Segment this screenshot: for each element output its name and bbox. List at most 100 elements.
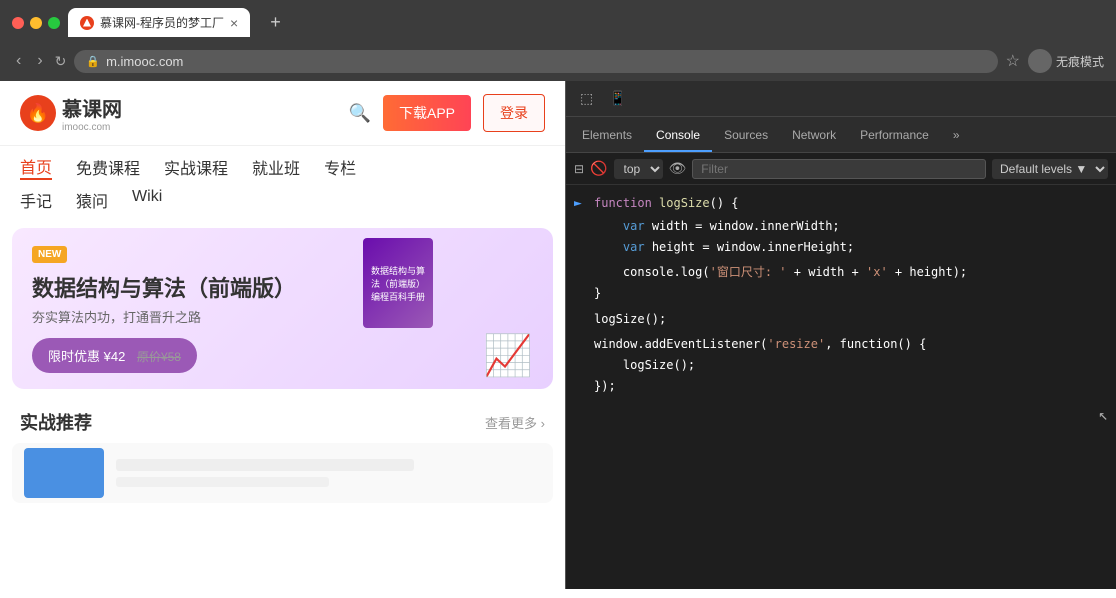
chart-icon: 📈	[483, 332, 533, 379]
title-bar: 慕课网-程序员的梦工厂 × +	[0, 0, 1116, 45]
devtools-panel: ⬚ 📱 Elements Console Sources Network Per…	[565, 81, 1116, 589]
console-line-2: var width = window.innerWidth;	[566, 216, 1116, 237]
imooc-website: 🔥 慕课网 imooc.com 🔍 下载APP 登录 首页 免费课程 实战课程 …	[0, 81, 565, 589]
download-app-button[interactable]: 下载APP	[383, 95, 471, 131]
console-line-8: logSize();	[566, 355, 1116, 376]
devtools-tabs: Elements Console Sources Network Perform…	[566, 117, 1116, 153]
tab-elements[interactable]: Elements	[570, 120, 644, 152]
tab-console[interactable]: Console	[644, 120, 712, 152]
mouse-cursor-icon: ↖	[1098, 405, 1108, 424]
course-meta-placeholder	[116, 477, 329, 487]
devtools-secondary-bar: ⊟ 🚫 top 👁 Default levels ▼	[566, 153, 1116, 185]
browser-tab[interactable]: 慕课网-程序员的梦工厂 ×	[68, 8, 250, 37]
console-line-6: logSize();	[566, 309, 1116, 330]
incognito-button[interactable]: 无痕模式	[1028, 49, 1104, 73]
console-code-8: logSize();	[594, 356, 695, 375]
logo-circle: 🔥	[20, 95, 56, 131]
tab-network[interactable]: Network	[780, 120, 848, 152]
close-window-button[interactable]	[12, 17, 24, 29]
back-button[interactable]: ‹	[12, 50, 25, 72]
traffic-lights	[12, 17, 60, 29]
see-more-link[interactable]: 查看更多 ›	[485, 413, 545, 432]
console-code-9: });	[594, 377, 616, 396]
tab-sources[interactable]: Sources	[712, 120, 780, 152]
tab-favicon	[80, 16, 94, 30]
lock-icon: 🔒	[86, 55, 100, 68]
logo-area: 🔥 慕课网 imooc.com	[20, 93, 122, 133]
console-code-4: console.log('窗口尺寸: ' + width + 'x' + hei…	[594, 263, 967, 282]
course-placeholder	[12, 443, 553, 503]
section-title: 实战推荐	[20, 409, 92, 435]
tab-title: 慕课网-程序员的梦工厂	[100, 14, 224, 31]
incognito-avatar	[1028, 49, 1052, 73]
course-thumbnail	[24, 448, 104, 498]
cursor-area: ↖	[566, 397, 1116, 432]
minimize-window-button[interactable]	[30, 17, 42, 29]
logo-cn: 慕课网	[62, 93, 122, 122]
nav-item-practice[interactable]: 实战课程	[164, 155, 228, 179]
original-price: 原价¥58	[137, 350, 181, 364]
console-content: ► function logSize() { var width = windo…	[566, 185, 1116, 589]
maximize-window-button[interactable]	[48, 17, 60, 29]
address-text: m.imooc.com	[106, 54, 183, 69]
discount-price: 限时优惠 ¥42	[48, 349, 125, 364]
console-line-7: window.addEventListener('resize', functi…	[566, 334, 1116, 355]
login-button[interactable]: 登录	[483, 94, 545, 132]
context-select[interactable]: top	[614, 159, 663, 179]
logo-en: imooc.com	[62, 122, 122, 133]
primary-nav: 首页 免费课程 实战课程 就业班 专栏	[0, 146, 565, 188]
bookmark-button[interactable]: ☆	[1006, 51, 1020, 71]
console-drawer-button[interactable]: ⊟	[574, 162, 584, 176]
console-prompt-icon: ►	[574, 194, 586, 215]
course-title-placeholder	[116, 459, 414, 471]
nav-item-column[interactable]: 专栏	[324, 155, 356, 179]
console-code-6: logSize();	[594, 310, 666, 329]
console-code-5: }	[594, 284, 601, 303]
tab-performance[interactable]: Performance	[848, 120, 941, 152]
console-code-2: var width = window.innerWidth;	[594, 217, 840, 236]
nav-item-qa[interactable]: 猿问	[76, 188, 108, 212]
reload-button[interactable]: ↻	[55, 53, 67, 70]
site-header: 🔥 慕课网 imooc.com 🔍 下载APP 登录	[0, 81, 565, 146]
console-line-5: }	[566, 283, 1116, 304]
console-line-3: var height = window.innerHeight;	[566, 237, 1116, 258]
discount-button[interactable]: 限时优惠 ¥42 原价¥58	[32, 338, 197, 373]
book-cover: 数据结构与算法（前端版）编程百科手册	[363, 238, 433, 328]
clear-console-button[interactable]: 🚫	[590, 160, 607, 177]
banner-title: 数据结构与算法（前端版）	[32, 271, 533, 303]
forward-button[interactable]: ›	[33, 50, 46, 72]
browser-chrome: 慕课网-程序员的梦工厂 × + ‹ › ↻ 🔒 m.imooc.com ☆ 无痕…	[0, 0, 1116, 81]
nav-item-career[interactable]: 就业班	[252, 155, 300, 179]
address-bar: ‹ › ↻ 🔒 m.imooc.com ☆ 无痕模式	[0, 45, 1116, 81]
new-tab-button[interactable]: +	[262, 8, 289, 37]
secondary-nav: 手记 猿问 Wiki	[0, 188, 565, 220]
device-toolbar-button[interactable]: 📱	[603, 86, 632, 111]
section-header: 实战推荐 查看更多 ›	[0, 397, 565, 443]
address-field[interactable]: 🔒 m.imooc.com	[74, 50, 997, 73]
levels-select[interactable]: Default levels ▼	[992, 159, 1108, 179]
console-line-1: ► function logSize() {	[566, 193, 1116, 216]
logo-flame-icon: 🔥	[27, 103, 49, 124]
select-element-button[interactable]: ⬚	[574, 86, 599, 111]
console-code-1: function logSize() {	[594, 194, 739, 213]
banner-subtitle: 夯实算法内功，打通晋升之路	[32, 307, 533, 326]
console-code-3: var height = window.innerHeight;	[594, 238, 854, 257]
banner-area: NEW 数据结构与算法（前端版） 夯实算法内功，打通晋升之路 限时优惠 ¥42 …	[12, 228, 553, 389]
console-code-7: window.addEventListener('resize', functi…	[594, 335, 926, 354]
console-line-4: console.log('窗口尺寸: ' + width + 'x' + hei…	[566, 262, 1116, 283]
incognito-label: 无痕模式	[1056, 53, 1104, 70]
book-title: 数据结构与算法（前端版）编程百科手册	[367, 264, 429, 303]
nav-item-free[interactable]: 免费课程	[76, 155, 140, 179]
eye-button[interactable]: 👁	[669, 160, 687, 177]
nav-item-wiki[interactable]: Wiki	[132, 188, 162, 212]
course-info	[116, 459, 541, 487]
new-badge: NEW	[32, 246, 67, 263]
tab-more[interactable]: »	[941, 120, 972, 152]
nav-item-notes[interactable]: 手记	[20, 188, 52, 212]
tab-close-button[interactable]: ×	[230, 15, 238, 31]
devtools-toolbar: ⬚ 📱	[566, 81, 1116, 117]
filter-input[interactable]	[692, 159, 986, 179]
nav-item-home[interactable]: 首页	[20, 154, 52, 180]
search-icon[interactable]: 🔍	[349, 103, 371, 124]
console-line-9: });	[566, 376, 1116, 397]
